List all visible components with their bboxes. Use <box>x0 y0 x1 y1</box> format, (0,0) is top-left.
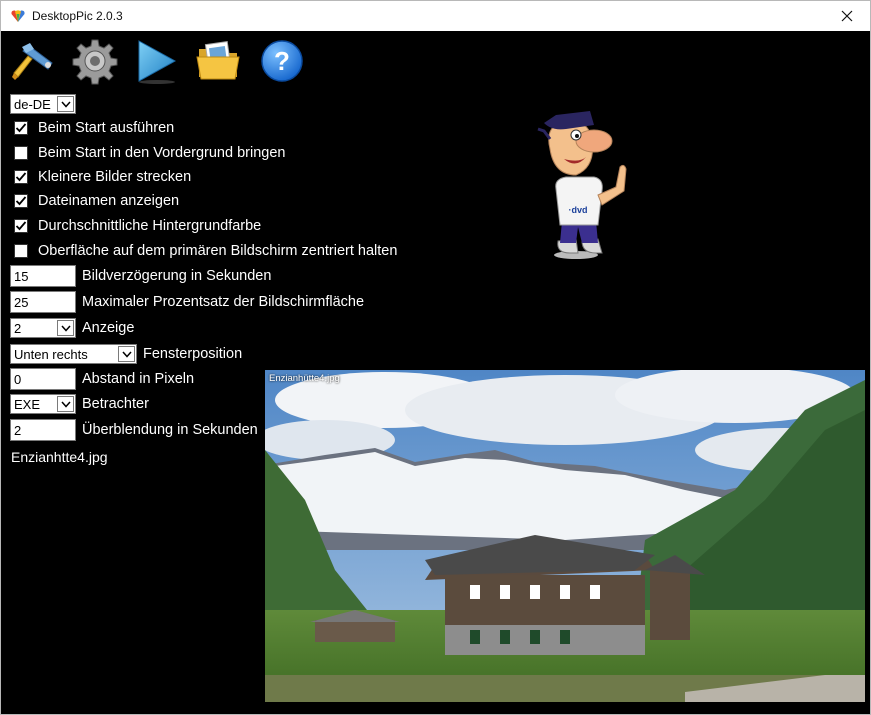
close-button[interactable] <box>824 1 870 31</box>
checkbox-box[interactable] <box>14 170 28 184</box>
crossfade-label: Überblendung in Sekunden <box>82 422 258 438</box>
folder-icon[interactable] <box>195 37 243 85</box>
spacing-row: Abstand in Pixeln <box>10 368 194 390</box>
position-select[interactable]: Unten rechts <box>10 344 137 364</box>
mascot-shirt-text: ·dvd <box>569 205 588 215</box>
language-select-value: de-DE <box>14 97 51 112</box>
checkbox-box[interactable] <box>14 121 28 135</box>
display-select-value: 2 <box>14 321 22 336</box>
max-area-label: Maximaler Prozentsatz der Bildschirmfläc… <box>82 294 365 310</box>
chevron-down-icon <box>57 96 74 112</box>
preview-image[interactable]: Enzianhütte4.jpg <box>265 370 865 702</box>
delay-row: Bildverzögerung in Sekunden <box>10 265 271 287</box>
gear-icon[interactable] <box>71 37 119 85</box>
title-bar[interactable]: DesktopPic 2.0.3 <box>1 1 870 31</box>
display-select[interactable]: 2 <box>10 318 76 338</box>
help-icon[interactable]: ? <box>258 37 306 85</box>
position-row: Unten rechts Fensterposition <box>10 343 242 365</box>
delay-label: Bildverzögerung in Sekunden <box>82 268 272 284</box>
spacing-input[interactable] <box>10 368 76 390</box>
checkbox-label: Beim Start in den Vordergrund bringen <box>38 145 286 161</box>
crossfade-input[interactable] <box>10 419 76 441</box>
display-label: Anzeige <box>82 320 135 336</box>
app-logo-icon <box>11 10 25 22</box>
viewer-label: Betrachter <box>82 396 149 412</box>
viewer-row: EXE Betrachter <box>10 393 149 415</box>
window-title: DesktopPic 2.0.3 <box>32 9 123 23</box>
client-area: ? de-DE Beim Start ausführen Beim Start … <box>1 31 870 714</box>
checkbox-box[interactable] <box>14 194 28 208</box>
checkbox-show-filenames[interactable]: Dateinamen anzeigen <box>14 191 179 211</box>
checkbox-stretch-small[interactable]: Kleinere Bilder strecken <box>14 167 191 187</box>
checkbox-box[interactable] <box>14 244 28 258</box>
checkbox-label: Oberfläche auf dem primären Bildschirm z… <box>38 243 398 259</box>
viewer-select-value: EXE <box>14 397 41 412</box>
checkbox-label: Dateinamen anzeigen <box>38 193 180 209</box>
crossfade-row: Überblendung in Sekunden <box>10 419 258 441</box>
svg-text:?: ? <box>274 46 290 76</box>
checkbox-box[interactable] <box>14 146 28 160</box>
checkbox-label: Durchschnittliche Hintergrundfarbe <box>38 218 262 234</box>
max-area-input[interactable] <box>10 291 76 313</box>
checkbox-run-at-start[interactable]: Beim Start ausführen <box>14 118 174 138</box>
checkbox-average-bg[interactable]: Durchschnittliche Hintergrundfarbe <box>14 216 261 236</box>
checkbox-label: Beim Start ausführen <box>38 120 175 136</box>
chevron-down-icon <box>118 346 135 362</box>
language-select[interactable]: de-DE <box>10 94 76 114</box>
app-window: DesktopPic 2.0.3 ? de-DE Beim Start ausf… <box>0 0 871 715</box>
position-label: Fensterposition <box>143 346 243 362</box>
chevron-down-icon <box>57 320 74 336</box>
play-icon[interactable] <box>133 37 181 85</box>
checkbox-label: Kleinere Bilder strecken <box>38 169 192 185</box>
display-row: 2 Anzeige <box>10 317 134 339</box>
delay-input[interactable] <box>10 265 76 287</box>
max-area-row: Maximaler Prozentsatz der Bildschirmfläc… <box>10 291 364 313</box>
mascot-image: ·dvd <box>537 111 627 259</box>
current-filename: Enzianhtte4.jpg <box>11 449 108 465</box>
checkbox-center-primary[interactable]: Oberfläche auf dem primären Bildschirm z… <box>14 241 397 261</box>
preview-caption: Enzianhütte4.jpg <box>269 373 340 384</box>
chevron-down-icon <box>57 396 74 412</box>
landscape-photo <box>265 370 865 702</box>
close-icon <box>841 10 853 22</box>
position-select-value: Unten rechts <box>14 347 88 362</box>
spacing-label: Abstand in Pixeln <box>82 371 195 387</box>
viewer-select[interactable]: EXE <box>10 394 76 414</box>
tools-icon[interactable] <box>10 37 58 85</box>
checkbox-bring-to-front[interactable]: Beim Start in den Vordergrund bringen <box>14 143 285 163</box>
checkbox-box[interactable] <box>14 219 28 233</box>
